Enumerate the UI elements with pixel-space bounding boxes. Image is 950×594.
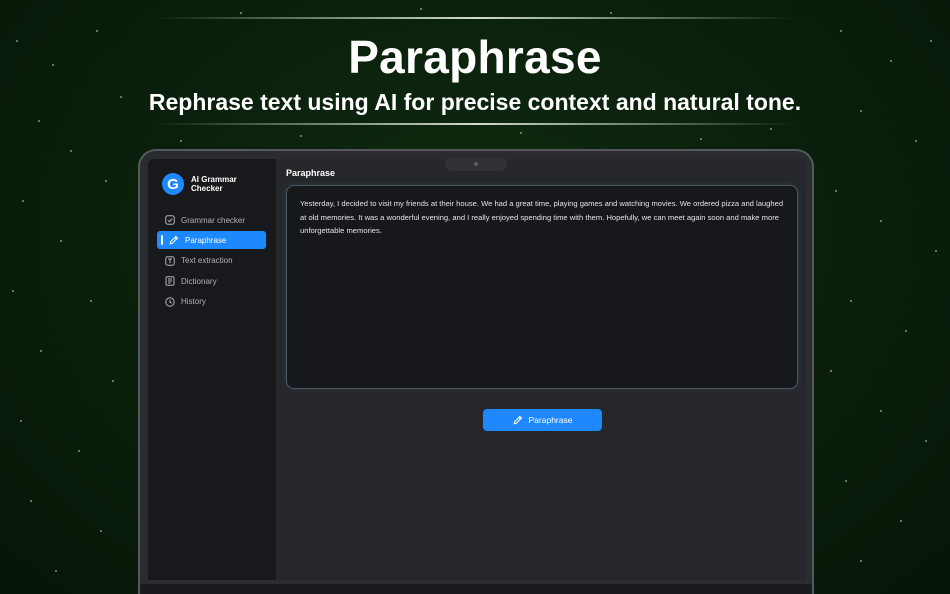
main-panel: Paraphrase Yesterday, I decided to visit… [276, 159, 806, 580]
camera-notch [445, 159, 507, 171]
sidebar-item-label: Grammar checker [181, 215, 246, 225]
book-icon [165, 276, 175, 286]
active-indicator [161, 235, 163, 246]
input-text-area[interactable]: Yesterday, I decided to visit my friends… [286, 185, 798, 389]
app-window: G AI Grammar Checker Grammar checker Par… [148, 159, 806, 580]
sidebar-item-label: Text extraction [181, 256, 233, 266]
subtitle-divider-line [155, 123, 795, 125]
sidebar-item-label: Dictionary [181, 276, 217, 286]
top-divider-line [155, 17, 795, 19]
page-title: Paraphrase [286, 168, 336, 178]
paraphrase-button[interactable]: Paraphrase [483, 409, 602, 431]
sidebar-item-dictionary[interactable]: Dictionary [157, 272, 266, 290]
laptop-frame: G AI Grammar Checker Grammar checker Par… [138, 149, 814, 594]
sidebar-item-text-extraction[interactable]: Text extraction [157, 252, 266, 270]
hero-title: Paraphrase [348, 31, 602, 83]
laptop-bottom-bezel [140, 584, 812, 594]
input-text: Yesterday, I decided to visit my friends… [300, 199, 784, 235]
sidebar-nav: Grammar checker Paraphrase Text extracti… [157, 211, 266, 313]
app-brand: G AI Grammar Checker [162, 173, 251, 195]
paraphrase-button-label: Paraphrase [528, 415, 573, 425]
text-box-icon [165, 256, 175, 266]
app-name: AI Grammar Checker [191, 175, 237, 193]
sidebar-item-history[interactable]: History [157, 293, 266, 311]
sidebar: G AI Grammar Checker Grammar checker Par… [148, 159, 276, 580]
hero-subtitle: Rephrase text using AI for precise conte… [148, 89, 802, 115]
pencil-icon [513, 415, 523, 425]
sidebar-item-label: Paraphrase [185, 235, 227, 245]
check-square-icon [165, 215, 175, 225]
sidebar-item-paraphrase[interactable]: Paraphrase [157, 231, 266, 250]
clock-icon [165, 296, 175, 307]
sidebar-item-grammar-checker[interactable]: Grammar checker [157, 211, 266, 229]
camera-dot [474, 162, 478, 166]
app-logo-icon: G [162, 173, 184, 195]
pencil-icon [169, 235, 179, 245]
sidebar-item-label: History [181, 297, 206, 307]
